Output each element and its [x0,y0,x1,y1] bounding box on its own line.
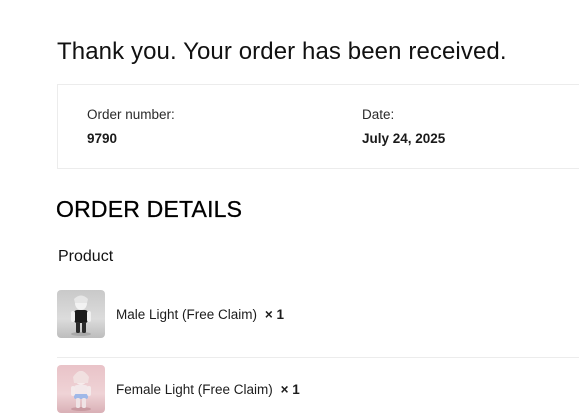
order-item-row: Male Light (Free Claim) × 1 [57,285,579,343]
product-quantity: × 1 [264,306,284,322]
product-name-link[interactable]: Female Light (Free Claim) [116,382,273,397]
male-avatar-figure-icon [71,295,91,336]
order-number-value: 9790 [87,131,118,146]
order-number-block: Order number: 9790 [87,107,175,146]
order-number-label: Order number: [87,107,175,122]
order-date-value: July 24, 2025 [362,131,446,146]
order-item-text: Female Light (Free Claim) × 1 [116,382,300,397]
product-thumbnail[interactable] [57,365,105,413]
product-quantity: × 1 [280,381,300,397]
order-received-page: Thank you. Your order has been received.… [0,0,579,419]
order-item-row: Female Light (Free Claim) × 1 [57,357,579,419]
order-details-title: ORDER DETAILS [56,196,243,222]
order-item-text: Male Light (Free Claim) × 1 [116,307,284,322]
thank-you-heading: Thank you. Your order has been received. [57,38,507,65]
order-date-block: Date: July 24, 2025 [362,107,445,146]
product-column-header: Product [58,248,114,265]
order-date-label: Date: [362,107,395,122]
female-avatar-figure-icon [71,371,91,411]
order-overview: Order number: 9790 Date: July 24, 2025 [57,84,579,169]
product-thumbnail[interactable] [57,290,105,338]
product-name-link[interactable]: Male Light (Free Claim) [116,307,257,322]
